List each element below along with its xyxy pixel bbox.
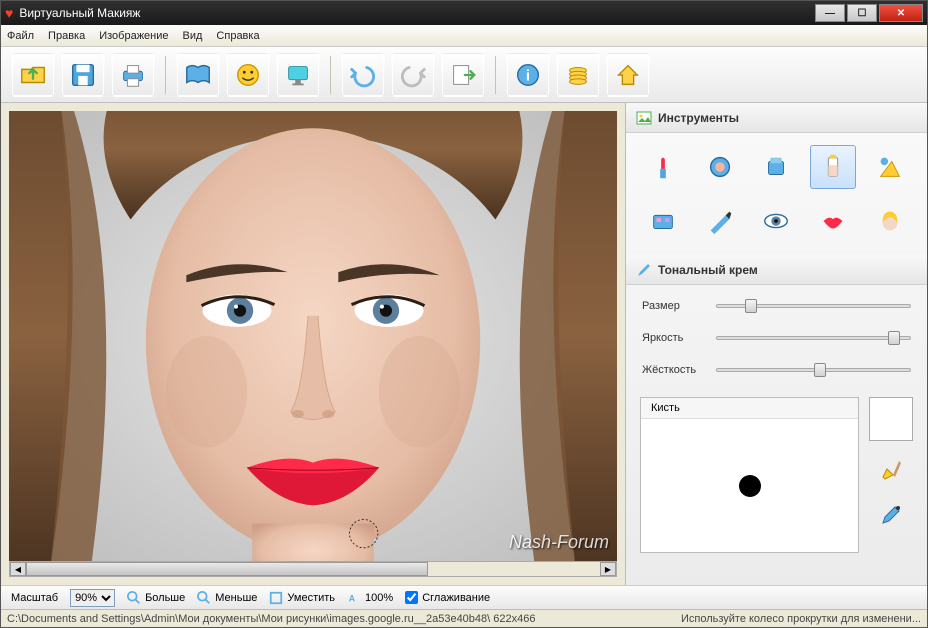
size-slider-row: Размер [642,297,911,315]
brush-side-controls [869,397,913,553]
menu-file[interactable]: Файл [7,30,34,42]
brush-preview-box: Кисть [640,397,859,553]
smoothing-input[interactable] [405,591,418,604]
window-controls: — ☐ ✕ [815,4,923,22]
menu-image[interactable]: Изображение [99,30,168,42]
canvas-area: Nash-Forum ◀ ▶ [1,103,625,585]
status-bar: C:\Documents and Settings\Admin\Мои доку… [1,609,927,627]
canvas-viewport[interactable]: Nash-Forum [9,111,617,561]
export-button[interactable] [441,53,485,97]
color-swatch[interactable] [869,397,913,441]
scroll-right-icon[interactable]: ▶ [600,562,616,576]
right-panel: Инструменты Тональный крем Размер Яркос [625,103,927,585]
brightness-slider-row: Яркость [642,329,911,347]
window-titlebar: ♥ Виртуальный Макияж — ☐ ✕ [1,1,927,25]
main-toolbar: i [1,47,927,103]
fit-button[interactable]: Уместить [269,591,335,605]
status-hint: Используйте колесо прокрутки для изменен… [675,613,927,625]
sliders-section: Размер Яркость Жёсткость [626,285,927,391]
svg-text:i: i [526,67,530,84]
main-area: Nash-Forum ◀ ▶ Инструменты Тональный [1,103,927,585]
foundation-tool[interactable] [810,145,857,189]
tools-panel-header: Инструменты [626,103,927,133]
zoom-out-button[interactable]: Меньше [197,591,257,605]
tan-tool[interactable] [866,145,913,189]
toolbar-divider [330,56,331,94]
hardness-label: Жёсткость [642,364,706,376]
watermark: Nash-Forum [509,532,609,553]
powder-tool[interactable] [753,145,800,189]
window-title: Виртуальный Макияж [19,6,815,20]
scroll-thumb[interactable] [26,562,428,576]
picture-icon [636,110,652,126]
menu-bar: Файл Правка Изображение Вид Справка [1,25,927,47]
open-button[interactable] [11,53,55,97]
brightness-label: Яркость [642,332,706,344]
tools-panel-title: Инструменты [658,111,739,125]
status-path: C:\Documents and Settings\Admin\Мои доку… [1,613,675,625]
brush-tab[interactable]: Кисть [641,398,858,419]
tools-grid [626,133,927,255]
size-label: Размер [642,300,706,312]
smoothing-checkbox[interactable]: Сглаживание [405,591,490,604]
info-button[interactable]: i [506,53,550,97]
bottom-bar: Масштаб 90% Больше Меньше Уместить A100%… [1,585,927,609]
book-button[interactable] [176,53,220,97]
app-icon: ♥ [5,5,13,21]
toolbar-divider [495,56,496,94]
menu-help[interactable]: Справка [216,30,259,42]
redo-button[interactable] [391,53,435,97]
eyeliner-tool[interactable] [697,199,744,243]
blush-tool[interactable] [697,145,744,189]
screen-button[interactable] [276,53,320,97]
eyedropper-button[interactable] [869,497,913,533]
print-button[interactable] [111,53,155,97]
settings-panel-header: Тональный крем [626,255,927,285]
face-button[interactable] [226,53,270,97]
eyeshadow-tool[interactable] [640,199,687,243]
eye-tool[interactable] [753,199,800,243]
brush-section: Кисть [626,391,927,563]
coins-button[interactable] [556,53,600,97]
photo-image [9,111,617,561]
hair-tool[interactable] [866,199,913,243]
brightness-slider[interactable] [716,329,911,347]
menu-view[interactable]: Вид [183,30,203,42]
hardness-slider[interactable] [716,361,911,379]
size-slider[interactable] [716,297,911,315]
minimize-button[interactable]: — [815,4,845,22]
lips-tool[interactable] [810,199,857,243]
horizontal-scrollbar[interactable]: ◀ ▶ [9,561,617,577]
hundred-button[interactable]: A100% [347,591,393,605]
zoom-in-button[interactable]: Больше [127,591,185,605]
settings-panel-title: Тональный крем [658,263,758,277]
svg-text:A: A [349,593,356,603]
save-button[interactable] [61,53,105,97]
brush-icon-button[interactable] [869,451,913,487]
hardness-slider-row: Жёсткость [642,361,911,379]
undo-button[interactable] [341,53,385,97]
pencil-icon [636,262,652,278]
menu-edit[interactable]: Правка [48,30,85,42]
toolbar-divider [165,56,166,94]
maximize-button[interactable]: ☐ [847,4,877,22]
close-button[interactable]: ✕ [879,4,923,22]
scroll-left-icon[interactable]: ◀ [10,562,26,576]
scale-select[interactable]: 90% [70,589,115,607]
brush-dot [739,475,761,497]
brush-preview [641,419,858,552]
home-button[interactable] [606,53,650,97]
scale-label: Масштаб [11,592,58,604]
lipstick-tool[interactable] [640,145,687,189]
